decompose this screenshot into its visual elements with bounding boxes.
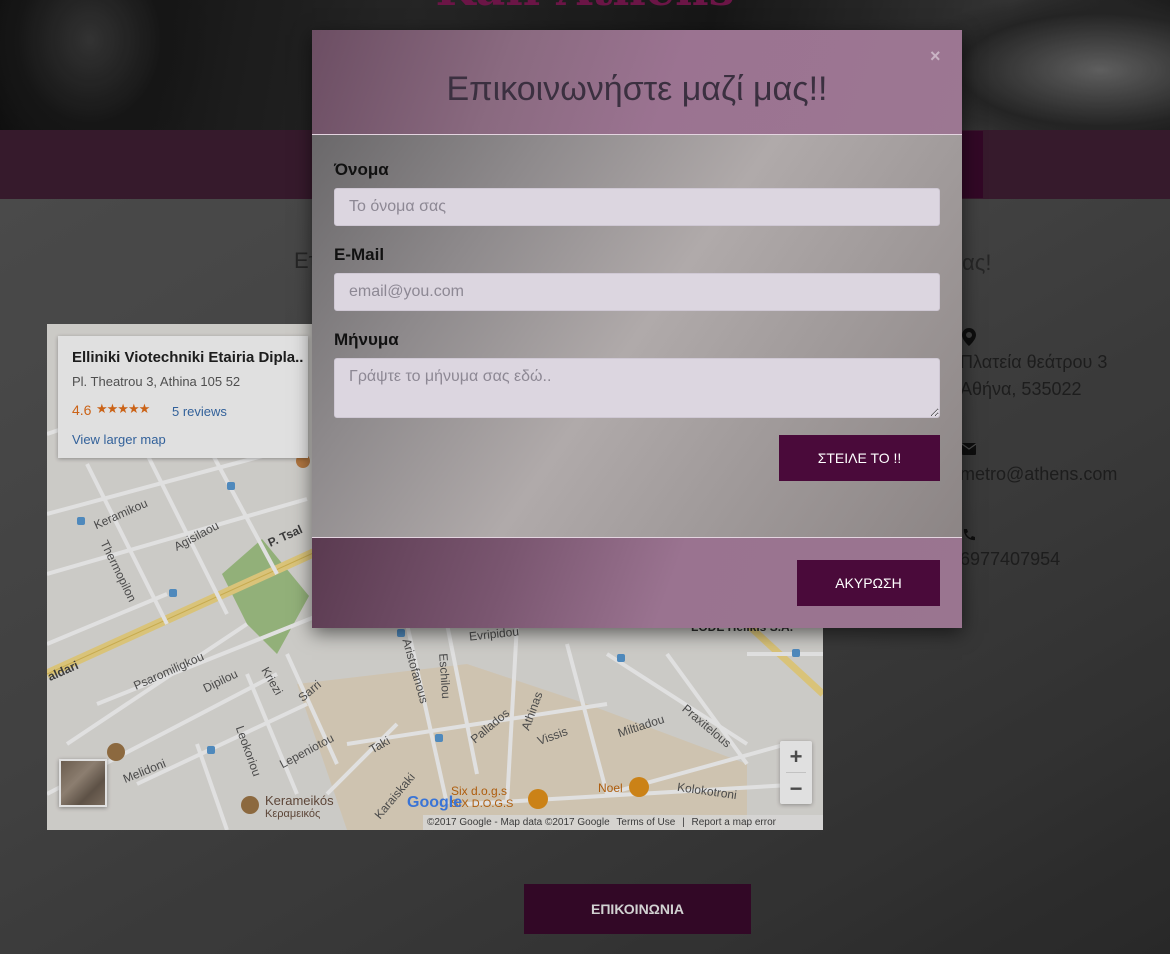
email-label: E-Mail <box>334 245 385 264</box>
email-input[interactable] <box>334 273 940 311</box>
send-button[interactable]: ΣΤΕΙΛΕ ΤΟ !! <box>779 435 940 481</box>
modal-header: Επικοινωνήστε μαζί μας!! × <box>312 30 962 135</box>
name-input[interactable] <box>334 188 940 226</box>
modal-footer: ΑΚΥΡΩΣΗ <box>312 537 962 628</box>
close-icon[interactable]: × <box>930 46 941 67</box>
modal-body: Όνομα E-Mail Μήνυμα ΣΤΕΙΛΕ ΤΟ !! <box>312 135 962 537</box>
message-label: Μήνυμα <box>334 330 399 349</box>
message-textarea[interactable] <box>334 358 940 418</box>
name-label: Όνομα <box>334 160 389 179</box>
modal-title: Επικοινωνήστε μαζί μας!! <box>446 70 828 108</box>
cancel-button[interactable]: ΑΚΥΡΩΣΗ <box>797 560 940 606</box>
contact-modal: Επικοινωνήστε μαζί μας!! × Όνομα E-Mail … <box>312 30 962 628</box>
